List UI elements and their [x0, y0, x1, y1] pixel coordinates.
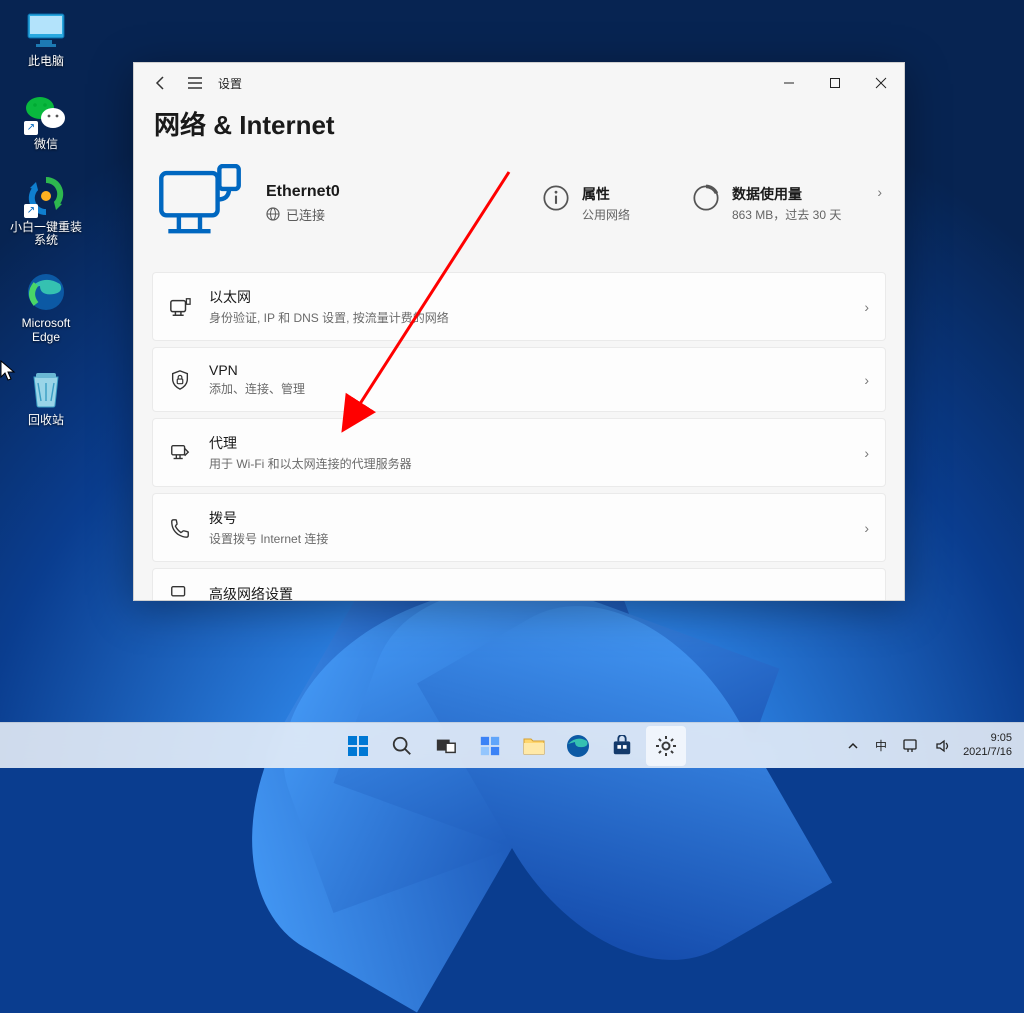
ethernet-monitor-icon [156, 164, 244, 242]
minimize-button[interactable] [766, 63, 812, 103]
ime-indicator[interactable]: 中 [871, 737, 891, 754]
taskbar-clock[interactable]: 9:05 2021/7/16 [963, 732, 1012, 760]
phone-icon [169, 517, 191, 539]
data-usage-icon [692, 184, 720, 212]
chevron-right-icon: › [877, 184, 882, 200]
desktop-icon-xiaobai[interactable]: ↗ 小白一键重装 系统 [8, 174, 84, 249]
window-titlebar[interactable]: 设置 [134, 63, 904, 103]
advanced-network-icon [169, 583, 191, 600]
search-button[interactable] [382, 726, 422, 766]
page-title: 网络 & Internet [154, 105, 886, 142]
item-title: VPN [209, 362, 846, 378]
settings-window: 设置 网络 & Internet Ethernet0 已连接 属性 公用网络 [133, 62, 905, 601]
desktop-icon-label: 小白一键重装 系统 [10, 221, 82, 249]
taskbar: 中 9:05 2021/7/16 [0, 722, 1024, 768]
back-button[interactable] [144, 63, 178, 103]
ethernet-status-card: Ethernet0 已连接 属性 公用网络 数据使用量 863 MB，过去 30… [152, 160, 886, 268]
settings-item-proxy[interactable]: 代理用于 Wi-Fi 和以太网连接的代理服务器 › [152, 418, 886, 487]
settings-taskbar-button[interactable] [646, 726, 686, 766]
proxy-icon [169, 442, 191, 464]
tray-overflow-button[interactable] [843, 740, 863, 752]
info-sub: 863 MB，过去 30 天 [732, 206, 841, 223]
volume-tray-icon[interactable] [931, 739, 955, 753]
settings-item-dialup[interactable]: 拨号设置拨号 Internet 连接 › [152, 493, 886, 562]
settings-item-vpn[interactable]: VPN 添加、连接、管理 › [152, 347, 886, 412]
desktop-icon-label: 回收站 [28, 414, 64, 428]
desktop-icon-edge[interactable]: Microsoft Edge [8, 270, 84, 345]
close-button[interactable] [858, 63, 904, 103]
network-tray-icon[interactable] [899, 739, 923, 753]
ethernet-adapter-name: Ethernet0 [266, 183, 340, 201]
chevron-right-icon: › [864, 445, 869, 461]
start-button[interactable] [338, 726, 378, 766]
ethernet-icon [169, 296, 191, 318]
maximize-button[interactable] [812, 63, 858, 103]
clock-date: 2021/7/16 [963, 746, 1012, 760]
app-title: 设置 [212, 75, 242, 92]
desktop-icon-this-pc[interactable]: 此电脑 [8, 8, 84, 69]
item-sub: 设置拨号 Internet 连接 [209, 530, 846, 547]
globe-connected-icon [266, 207, 280, 221]
settings-item-advanced[interactable]: 高级网络设置 [152, 568, 886, 600]
desktop-icon-label: Microsoft Edge [22, 317, 71, 345]
desktop-icon-label: 此电脑 [28, 55, 64, 69]
item-title: 拨号 [209, 508, 846, 528]
info-title: 属性 [582, 184, 630, 204]
item-title: 以太网 [209, 287, 846, 307]
shortcut-arrow-icon: ↗ [24, 204, 38, 218]
item-sub: 添加、连接、管理 [209, 380, 846, 397]
settings-item-ethernet[interactable]: 以太网身份验证, IP 和 DNS 设置, 按流量计费的网络 › [152, 272, 886, 341]
info-properties[interactable]: 属性 公用网络 [542, 184, 630, 223]
info-icon [542, 184, 570, 212]
store-button[interactable] [602, 726, 642, 766]
item-sub: 身份验证, IP 和 DNS 设置, 按流量计费的网络 [209, 309, 846, 326]
shield-lock-icon [169, 369, 191, 391]
task-view-button[interactable] [426, 726, 466, 766]
info-title: 数据使用量 [732, 184, 841, 204]
ethernet-status-text: 已连接 [286, 205, 325, 224]
info-data-usage[interactable]: 数据使用量 863 MB，过去 30 天 › [692, 184, 882, 223]
desktop-icon-label: 微信 [34, 138, 58, 152]
desktop-icon-wechat[interactable]: ↗ 微信 [8, 91, 84, 152]
desktop-icon-recyclebin[interactable]: 回收站 [8, 367, 84, 428]
item-sub: 用于 Wi-Fi 和以太网连接的代理服务器 [209, 455, 846, 472]
edge-button[interactable] [558, 726, 598, 766]
chevron-right-icon: › [864, 372, 869, 388]
widgets-button[interactable] [470, 726, 510, 766]
file-explorer-button[interactable] [514, 726, 554, 766]
chevron-right-icon: › [864, 299, 869, 315]
hamburger-menu-button[interactable] [178, 63, 212, 103]
clock-time: 9:05 [963, 732, 1012, 746]
info-sub: 公用网络 [582, 206, 630, 223]
item-title: 高级网络设置 [209, 584, 869, 600]
item-title: 代理 [209, 433, 846, 453]
chevron-right-icon: › [864, 520, 869, 536]
shortcut-arrow-icon: ↗ [24, 121, 38, 135]
